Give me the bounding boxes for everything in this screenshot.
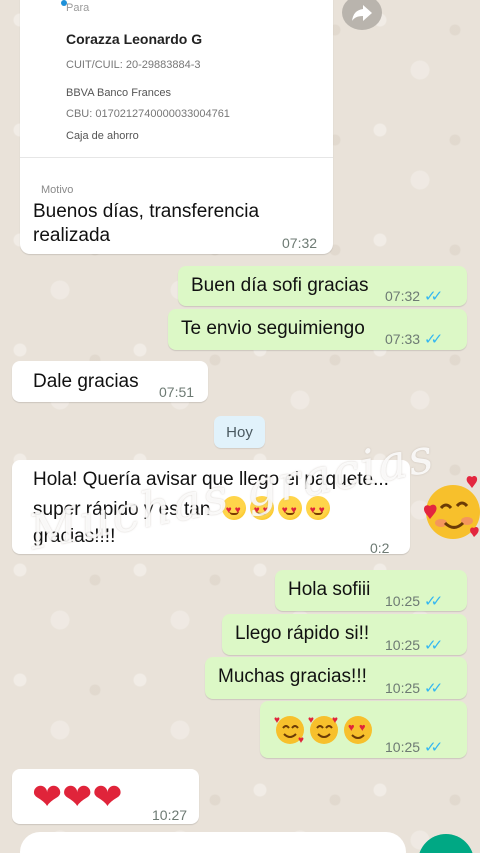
read-ticks-icon: ✓✓	[424, 593, 443, 610]
message-text: Llego rápido si!!	[235, 623, 370, 644]
svg-text:♥: ♥	[359, 722, 366, 734]
red-heart-icon: ❤	[92, 776, 123, 817]
motivo-text: Buenos días, transferencia realizada	[33, 200, 259, 248]
message-time: 07:51	[159, 384, 195, 400]
svg-text:♥: ♥	[332, 715, 338, 726]
motivo-line-2: realizada	[33, 225, 111, 246]
motivo-label: Motivo	[41, 184, 74, 196]
message-text: Muchas gracias!!!	[218, 666, 367, 687]
svg-text:♥: ♥	[348, 722, 355, 734]
red-heart-icon: ❤	[32, 776, 63, 817]
read-ticks-icon: ✓✓	[424, 637, 443, 654]
message-text: Te envio seguimiengo	[181, 318, 365, 339]
emoji-row-glyphs: ♥ ♥ ♥ ♥ ♥ ♥	[274, 715, 372, 746]
read-ticks-icon: ✓✓	[424, 331, 443, 348]
message-meta: 10:25 ✓✓	[385, 676, 443, 701]
message-meta: 07:32 ✓✓	[385, 284, 443, 309]
date-separator: Hoy	[214, 416, 265, 448]
smiling-face-with-hearts-icon: ♥ ♥	[274, 715, 304, 746]
message-time: 10:27	[152, 807, 188, 823]
message-time: 10:25	[385, 680, 421, 696]
cbu-value: CBU: 0170212740000033004761	[66, 108, 230, 120]
message-time: 07:33	[385, 331, 421, 347]
message-time: 07:32	[282, 235, 318, 251]
outgoing-message[interactable]: Muchas gracias!!! 10:25 ✓✓	[205, 657, 467, 699]
svg-text:♥: ♥	[308, 715, 314, 726]
outgoing-message[interactable]: Llego rápido si!! 10:25 ✓✓	[222, 614, 467, 655]
smiling-face-with-hearts-icon: ♥ ♥	[308, 715, 338, 744]
message-time: 10:25	[385, 637, 421, 653]
message-meta: 07:33 ✓✓	[385, 327, 443, 352]
heart-eyes-emoji-icon: ♥ ♥	[344, 716, 372, 744]
red-heart-icon: ❤	[62, 776, 93, 817]
outgoing-message[interactable]: Buen día sofi gracias 07:32 ✓✓	[178, 266, 467, 306]
emoji-row: ❤❤❤	[32, 779, 123, 816]
message-time: 10:25	[385, 593, 421, 609]
message-meta: 10:25 ✓✓	[385, 589, 443, 614]
message-input[interactable]	[20, 832, 406, 853]
message-text: Buen día sofi gracias	[191, 275, 369, 296]
read-ticks-icon: ✓✓	[424, 680, 443, 697]
recipient-name: Corazza Leonardo G	[66, 31, 203, 47]
svg-text:♥: ♥	[274, 715, 280, 726]
message-text: Hola sofiii	[288, 579, 371, 600]
para-label: Para	[66, 2, 90, 14]
account-type: Caja de ahorro	[66, 130, 139, 142]
message-text: Dale gracias	[33, 371, 139, 392]
message-meta: 10:25 ✓✓	[385, 735, 443, 760]
share-arrow-glyph	[352, 4, 372, 21]
svg-text:♥: ♥	[298, 735, 304, 746]
outgoing-emoji-message[interactable]: ♥ ♥ ♥ ♥ ♥ ♥ 10:25 ✓✓	[260, 701, 467, 758]
message-time: 07:32	[385, 288, 421, 304]
transfer-receipt-card: Para Corazza Leonardo G CUIT/CUIL: 20-29…	[20, 0, 333, 158]
read-ticks-icon: ✓✓	[424, 739, 443, 756]
message-meta: 10:25 ✓✓	[385, 633, 443, 658]
emoji-row: ♥ ♥ ♥ ♥ ♥ ♥	[274, 713, 376, 754]
outgoing-message[interactable]: Hola sofiii 10:25 ✓✓	[275, 570, 467, 611]
read-ticks-icon: ✓✓	[424, 288, 443, 305]
incoming-message[interactable]: Dale gracias 07:51	[12, 361, 208, 402]
cuit-value: CUIT/CUIL: 20-29883884-3	[66, 59, 201, 71]
incoming-emoji-message[interactable]: ❤❤❤ 10:27	[12, 769, 199, 824]
message-time: 0:2	[370, 540, 390, 556]
outgoing-message[interactable]: Te envio seguimiengo 07:33 ✓✓	[168, 309, 467, 350]
motivo-line-1: Buenos días, transferencia	[33, 201, 260, 222]
message-time: 10:25	[385, 739, 421, 755]
transfer-receipt-message[interactable]: Para Corazza Leonardo G CUIT/CUIL: 20-29…	[20, 0, 333, 254]
